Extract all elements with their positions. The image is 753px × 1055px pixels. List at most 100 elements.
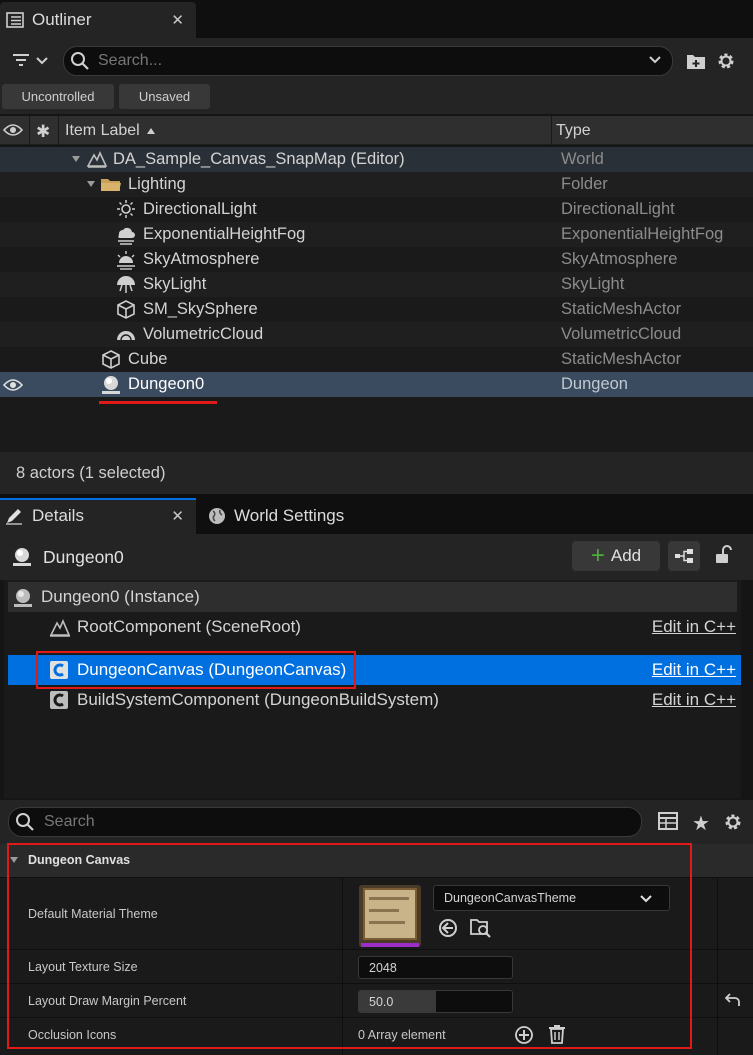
tab-outliner-label: Outliner (32, 10, 92, 29)
component-row-buildsystem[interactable]: BuildSystemComponent (DungeonBuildSystem… (8, 685, 741, 715)
tree-row-type: VolumetricCloud (561, 325, 682, 343)
tree-row-skyatmosphere[interactable]: SkyAtmosphere SkyAtmosphere (0, 247, 753, 272)
tree-row-volumetriccloud[interactable]: VolumetricCloud VolumetricCloud (0, 322, 753, 347)
actor-count-text: 8 actors (1 selected) (16, 464, 166, 482)
tab-outliner[interactable]: Outliner ✕ (0, 2, 196, 38)
tree-row-label: ExponentialHeightFog (143, 225, 306, 243)
tree-row-label: Dungeon0 (128, 375, 205, 393)
component-row-rootcomponent[interactable]: RootComponent (SceneRoot) Edit in C++ (8, 612, 741, 642)
highlight-box-properties (7, 843, 692, 1049)
chevron-down-icon[interactable] (648, 55, 662, 65)
filter-row: Uncontrolled Unsaved (0, 82, 753, 114)
folder-icon (100, 174, 122, 195)
cloud-icon (115, 324, 137, 345)
tree-row-label: SkyLight (143, 275, 207, 293)
sort-ascending-icon (146, 127, 156, 135)
tree-row-label: VolumetricCloud (143, 325, 264, 343)
search-placeholder: Search... (98, 52, 163, 69)
gear-icon[interactable] (715, 50, 737, 72)
expand-arrow-icon[interactable] (71, 154, 81, 164)
tree-row-sm-skysphere[interactable]: SM_SkySphere StaticMeshActor (0, 297, 753, 322)
component-tree: Dungeon0 (Instance) RootComponent (Scene… (4, 580, 741, 798)
tree-row-type: SkyLight (561, 275, 625, 293)
cpp-class-icon (48, 689, 70, 711)
plus-icon: + (590, 542, 605, 569)
tree-row-skylight[interactable]: SkyLight SkyLight (0, 272, 753, 297)
column-type[interactable]: Type (556, 116, 591, 145)
column-item-label[interactable]: Item Label (65, 116, 156, 145)
dungeon-actor-icon (12, 587, 34, 608)
edit-in-cpp-link[interactable]: Edit in C++ (652, 690, 736, 710)
tree-row-label: SM_SkySphere (143, 300, 258, 318)
sun-icon (115, 199, 137, 220)
search-icon (70, 51, 90, 71)
details-tab-bar: Details ✕ World Settings (0, 494, 753, 534)
tab-details[interactable]: Details ✕ (0, 498, 196, 534)
tree-row-label: SkyAtmosphere (143, 250, 260, 268)
fog-icon (115, 224, 137, 245)
tree-row-label: DA_Sample_Canvas_SnapMap (Editor) (113, 150, 405, 168)
tree-row-type: Dungeon (561, 375, 628, 393)
outliner-status-bar: 8 actors (1 selected) (0, 452, 753, 494)
tree-row-cube[interactable]: Cube StaticMeshActor (0, 347, 753, 372)
visibility-eye-icon[interactable] (3, 378, 23, 392)
tree-row-label: Lighting (128, 175, 186, 193)
search-icon (15, 812, 35, 832)
add-component-button[interactable]: + Add (572, 541, 660, 571)
filter-uncontrolled-button[interactable]: Uncontrolled (2, 84, 114, 109)
lock-icon[interactable] (713, 545, 733, 565)
column-item-label-text: Item Label (65, 121, 140, 139)
filter-unsaved-button[interactable]: Unsaved (119, 84, 210, 109)
pencil-icon (5, 507, 23, 525)
tree-row-label: DirectionalLight (143, 200, 257, 218)
scene-root-icon (48, 617, 72, 638)
search-placeholder: Search (44, 813, 95, 830)
close-icon[interactable]: ✕ (171, 11, 184, 29)
edit-in-cpp-link[interactable]: Edit in C++ (652, 660, 736, 680)
skylight-icon (115, 274, 137, 295)
dungeon-actor-icon (11, 546, 33, 567)
expand-arrow-icon[interactable] (86, 179, 96, 189)
outliner-icon (6, 11, 24, 29)
outliner-tab-bar: Outliner ✕ (0, 0, 753, 38)
dungeon-actor-icon (100, 374, 122, 395)
tab-world-settings[interactable]: World Settings (200, 500, 344, 532)
outliner-toolbar: Search... (0, 38, 753, 82)
details-search-input[interactable]: Search (8, 807, 642, 837)
tree-row-lighting[interactable]: Lighting Folder (0, 172, 753, 197)
pin-star-icon[interactable]: ✱ (36, 122, 50, 142)
add-folder-icon[interactable] (686, 52, 706, 70)
tree-row-type: StaticMeshActor (561, 350, 682, 368)
tree-row-type: StaticMeshActor (561, 300, 682, 318)
world-icon (86, 149, 108, 170)
tree-row-directionallight[interactable]: DirectionalLight DirectionalLight (0, 197, 753, 222)
globe-icon (208, 507, 226, 525)
eye-icon[interactable] (3, 123, 23, 137)
gear-icon[interactable] (722, 811, 744, 833)
component-row-instance[interactable]: Dungeon0 (Instance) (8, 582, 737, 612)
reset-to-default-icon[interactable] (725, 993, 741, 1007)
atmosphere-icon (115, 249, 137, 270)
tree-row-type: Folder (561, 175, 608, 193)
tree-row-type: DirectionalLight (561, 200, 675, 218)
tree-row-label: Cube (128, 350, 168, 368)
outliner-tree: DA_Sample_Canvas_SnapMap (Editor) World … (0, 147, 753, 452)
table-view-icon[interactable] (658, 812, 678, 830)
tree-row-type: ExponentialHeightFog (561, 225, 724, 243)
star-icon[interactable]: ★ (692, 811, 710, 836)
blueprint-button[interactable] (668, 541, 700, 571)
filter-icon[interactable] (10, 51, 52, 69)
column-header: ✱ Item Label Type (0, 116, 753, 145)
outliner-search-input[interactable]: Search... (63, 46, 673, 76)
tree-row-world[interactable]: DA_Sample_Canvas_SnapMap (Editor) World (0, 147, 753, 172)
tree-row-type: SkyAtmosphere (561, 250, 678, 268)
edit-in-cpp-link[interactable]: Edit in C++ (652, 617, 736, 637)
tree-row-dungeon0[interactable]: Dungeon0 Dungeon (0, 372, 753, 397)
add-label: Add (610, 546, 642, 565)
static-mesh-icon (100, 349, 122, 370)
tree-row-type: World (561, 150, 604, 168)
tab-details-label: Details (32, 506, 84, 525)
close-icon[interactable]: ✕ (171, 507, 184, 525)
details-search-row: Search ★ (0, 800, 753, 844)
tree-row-exponentialheightfog[interactable]: ExponentialHeightFog ExponentialHeightFo… (0, 222, 753, 247)
